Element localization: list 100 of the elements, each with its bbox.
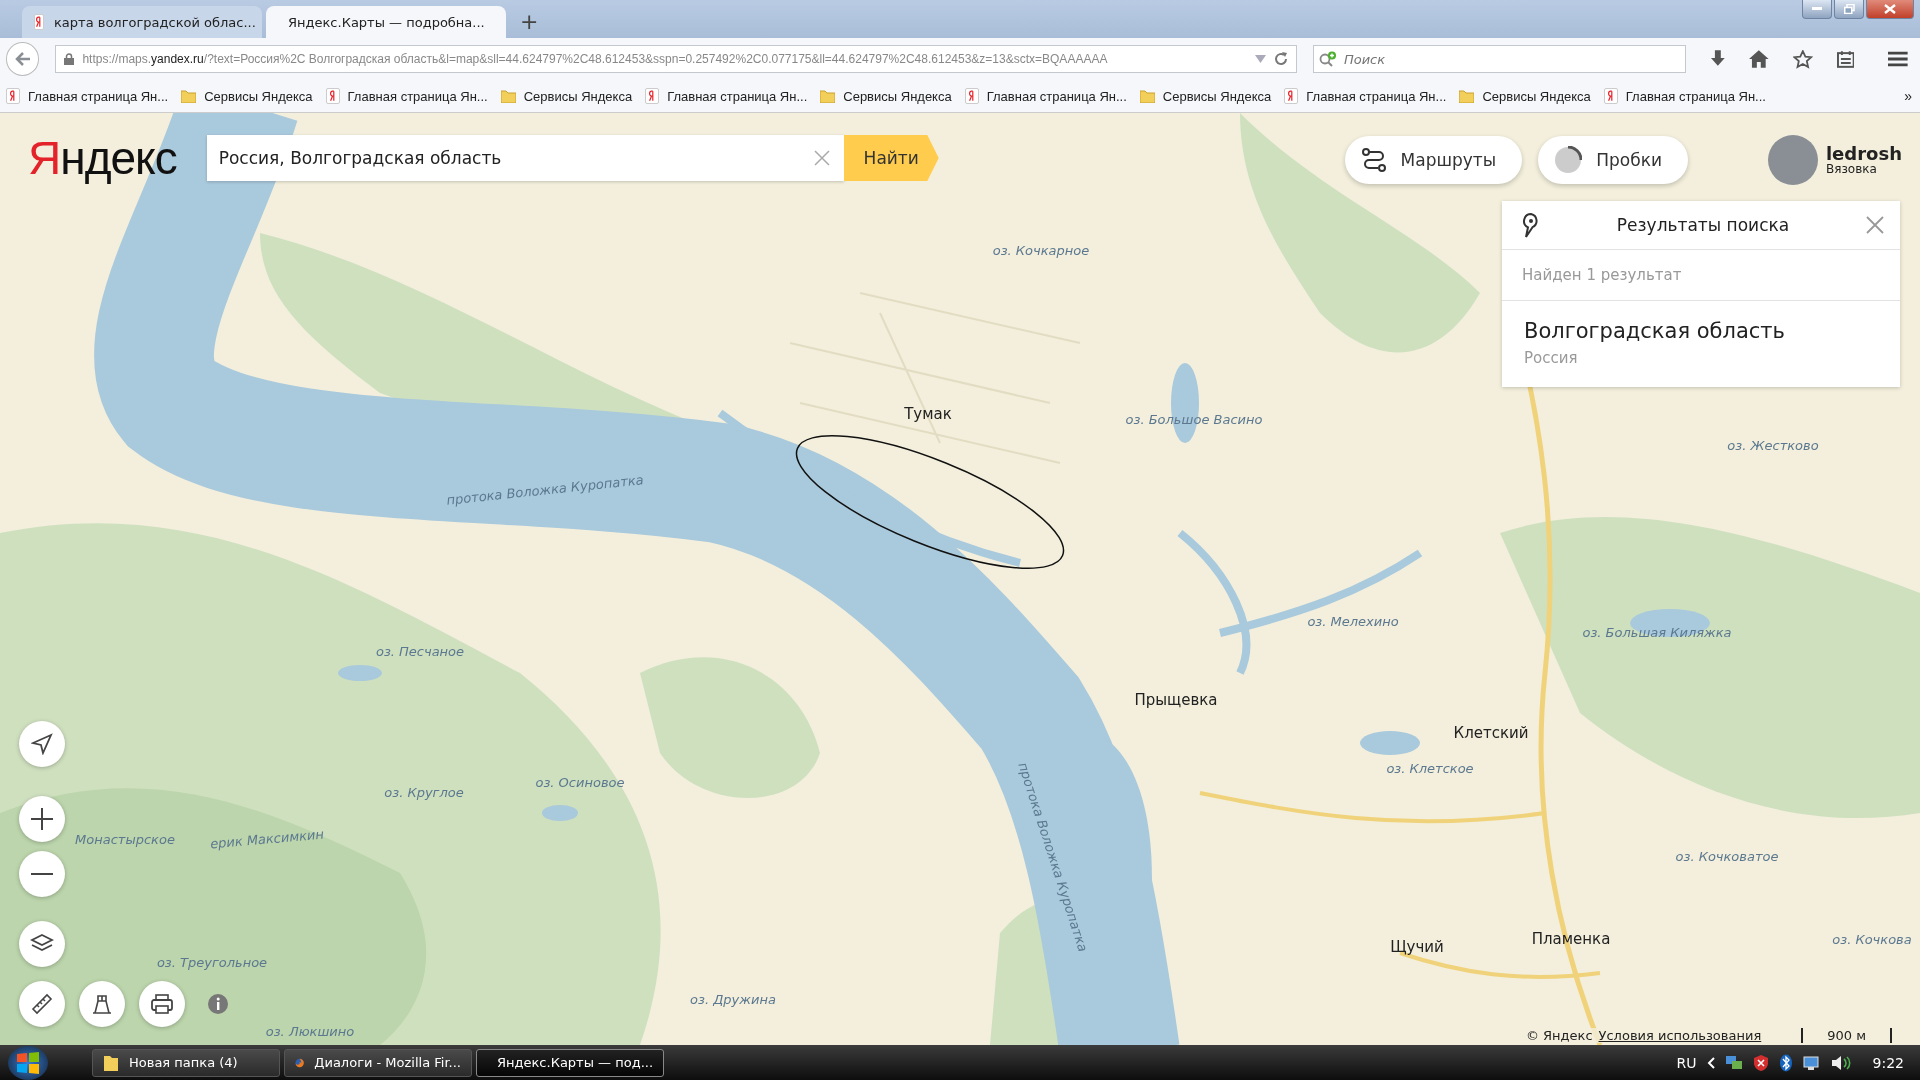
result-title[interactable]: Волгоградская область [1524, 319, 1878, 343]
folder-icon [103, 1053, 119, 1072]
bookmark[interactable]: Главная страница Ян... [325, 88, 488, 104]
plus-icon [30, 807, 54, 831]
map-pin-icon [1522, 212, 1540, 238]
bookmark[interactable]: Главная страница Ян... [1284, 88, 1447, 104]
clock[interactable]: 9:22 [1872, 1054, 1904, 1071]
folder-icon [820, 89, 836, 103]
restore-icon [1843, 4, 1855, 14]
ruler-icon [30, 992, 54, 1016]
navigation-arrow-icon [31, 733, 53, 755]
star-icon[interactable] [1793, 49, 1813, 69]
result-subtitle: Россия [1524, 349, 1579, 367]
lake-label: оз. Большая Киляжка [1582, 624, 1732, 640]
bookmark[interactable]: Главная страница Ян... [645, 88, 808, 104]
user-name[interactable]: ledrosh [1825, 145, 1902, 163]
traffic-button[interactable]: Пробки [1538, 136, 1688, 184]
lake-shape [542, 805, 578, 821]
yandex-icon [645, 88, 660, 104]
lake-label: оз. Кочкарное [992, 242, 1090, 258]
lake-shape [1360, 731, 1420, 755]
reading-list-icon[interactable] [1836, 50, 1855, 68]
river-label: ерик Максимкин [209, 826, 325, 852]
taskbar-button[interactable]: Яндекс.Карты — под... [476, 1048, 664, 1077]
copyright-text: © Яндекс [1525, 1028, 1593, 1043]
terms-link[interactable]: Условия использования [1598, 1028, 1762, 1043]
home-icon[interactable] [1749, 50, 1770, 68]
bookmark[interactable]: Главная страница Ян... [964, 88, 1127, 104]
lake-label: оз. Клетское [1386, 760, 1474, 776]
search-field[interactable]: Поиск [1312, 45, 1686, 73]
yandex-icon [1284, 88, 1299, 104]
yandex-icon [1603, 88, 1618, 104]
result-count: Найден 1 результат [1502, 250, 1900, 301]
lake-label: оз. Кочковатое [1675, 848, 1779, 864]
close-icon [1884, 4, 1896, 14]
reload-icon[interactable] [1273, 52, 1288, 66]
lake-label: оз. Жестково [1727, 437, 1819, 453]
place-label: Клетский [1453, 724, 1529, 742]
map-search-field[interactable]: Россия, Волгоградская область [206, 135, 844, 181]
back-button[interactable] [6, 42, 40, 76]
windows-logo-icon [15, 1049, 41, 1076]
language-indicator[interactable]: RU [1676, 1054, 1697, 1071]
bookmark[interactable]: Сервисы Яндекса [820, 88, 952, 104]
place-label: Прыщевка [1134, 691, 1218, 709]
lake-label: оз. Кочкова [1832, 931, 1912, 947]
download-icon[interactable] [1709, 50, 1726, 68]
lake-label: оз. Круглое [384, 784, 464, 800]
restore-button[interactable] [1834, 0, 1864, 19]
bluetooth-icon[interactable] [1778, 1053, 1793, 1072]
start-button[interactable] [8, 1045, 48, 1080]
bookmark[interactable]: Сервисы Яндекса [1139, 88, 1272, 104]
yandex-icon [964, 88, 979, 104]
place-label: Тумак [904, 405, 952, 423]
river-label: протока Воложка Куропатка [445, 472, 645, 508]
monitor-icon[interactable] [1802, 1054, 1821, 1071]
taskbar-button[interactable]: Диалоги - Mozilla Fir... [284, 1048, 472, 1077]
new-tab-button[interactable]: + [510, 9, 549, 38]
bookmark[interactable]: Сервисы Яндекса [181, 88, 313, 104]
bookmark[interactable]: Главная страница Ян... [1603, 88, 1766, 104]
info-icon[interactable] [207, 993, 229, 1015]
minus-icon [30, 873, 54, 875]
scale-bar: 900 м [1801, 1028, 1892, 1043]
minimize-button[interactable] [1802, 0, 1832, 19]
lake-label: оз. Мелехино [1307, 613, 1399, 629]
folder-icon [500, 89, 516, 103]
browser-tab[interactable]: карта волгоградской облас... [22, 6, 262, 38]
lake-shape [338, 665, 382, 681]
shield-icon[interactable] [1752, 1053, 1769, 1072]
printer-icon [150, 993, 174, 1015]
place-label: Пламенка [1531, 930, 1611, 948]
lake-label: оз. Осиновое [535, 774, 625, 790]
search-icon [1318, 51, 1337, 67]
search-button[interactable]: Найти [843, 135, 939, 181]
place-label: Щучий [1390, 938, 1444, 956]
bookmark[interactable]: Сервисы Яндекса [500, 88, 633, 104]
chevron-icon[interactable] [1706, 1056, 1715, 1069]
more-bookmarks-button[interactable]: » [1904, 88, 1912, 104]
routes-button[interactable]: Маршруты [1344, 136, 1523, 184]
bookmark[interactable]: Сервисы Яндекса [1459, 88, 1591, 104]
yandex-icon [325, 88, 340, 104]
yandex-icon [6, 88, 20, 104]
lock-icon [64, 53, 75, 65]
menu-icon[interactable] [1888, 51, 1908, 67]
folder-icon [181, 89, 197, 103]
address-bar[interactable]: https://maps.yandex.ru/?text=Россия%2C Волгоградская область&l=map&sll=44.624797%2C48.612453&sspn=0.257492%2C0.077175&ll=44.624797%2C48.612453&z=13&sctx=BQAAAAAA [55, 45, 1297, 73]
minimize-icon [1812, 7, 1822, 11]
yandex-icon [34, 14, 44, 30]
arrow-left-icon [14, 52, 31, 66]
folder-icon [1139, 89, 1155, 103]
taskbar-button[interactable]: Новая папка (4) [92, 1048, 280, 1077]
lake-label: оз. Большое Васино [1125, 411, 1263, 427]
close-icon[interactable] [1866, 216, 1884, 234]
result-item[interactable]: Волгоградская область Россия [1502, 301, 1900, 387]
lake-label: оз. Песчаное [375, 643, 465, 659]
close-button[interactable] [1866, 0, 1914, 19]
lake-label: оз. Люкшино [265, 1023, 355, 1039]
bookmark[interactable]: Главная страница Ян... [6, 88, 169, 104]
speaker-icon[interactable] [1830, 1054, 1851, 1071]
browser-tab[interactable]: Яндекс.Карты — подробна... [266, 6, 506, 38]
lake-label: оз. Треугольное [156, 954, 268, 970]
